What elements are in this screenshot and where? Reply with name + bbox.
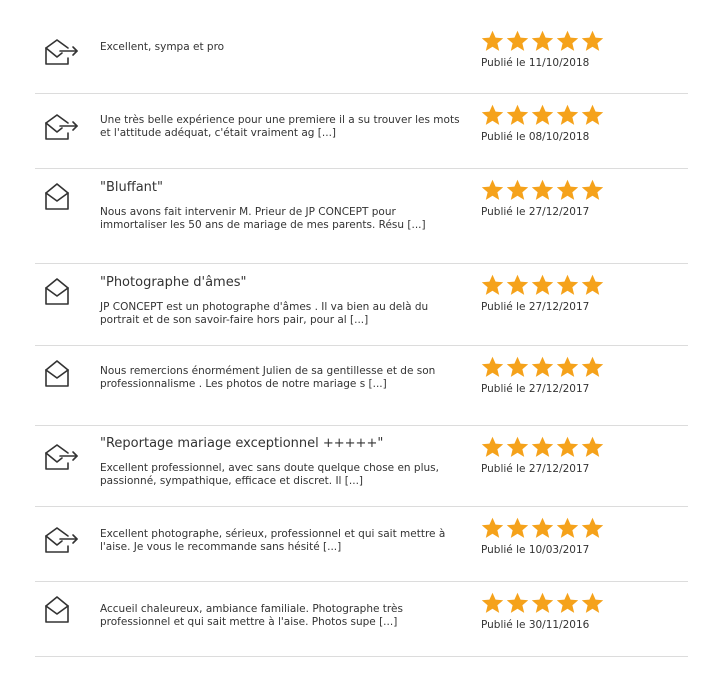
review-date: Publié le 27/12/2017	[481, 383, 590, 395]
star-icon	[581, 436, 604, 457]
envelope-open-icon	[44, 276, 80, 308]
review-text: Excellent, sympa et pro	[100, 41, 225, 53]
review-row: Excellent, sympa et pro Publié le 11/10/…	[35, 18, 688, 94]
star-icon	[506, 274, 529, 295]
star-icon	[531, 30, 554, 51]
star-icon	[556, 592, 579, 613]
envelope-arrow-icon	[44, 524, 80, 556]
star-rating	[481, 104, 604, 126]
star-icon	[556, 356, 579, 377]
star-icon	[506, 356, 529, 377]
review-title: "Reportage mariage exceptionnel +++++"	[100, 436, 384, 451]
review-row: Accueil chaleureux, ambiance familiale. …	[35, 582, 688, 657]
star-icon	[556, 436, 579, 457]
envelope-arrow-icon	[44, 111, 80, 143]
review-row: "Photographe d'âmes" JP CONCEPT est un p…	[35, 264, 688, 346]
star-icon	[481, 104, 504, 125]
star-icon	[481, 356, 504, 377]
review-title: "Photographe d'âmes"	[100, 275, 247, 290]
star-rating	[481, 436, 604, 458]
review-date: Publié le 27/12/2017	[481, 301, 590, 313]
star-icon	[481, 30, 504, 51]
star-icon	[531, 274, 554, 295]
star-icon	[581, 104, 604, 125]
review-text: Une très belle expérience pour une premi…	[100, 114, 460, 139]
review-row: Excellent photographe, sérieux, professi…	[35, 507, 688, 582]
review-text: Excellent professionnel, avec sans doute…	[100, 462, 439, 487]
review-date: Publié le 08/10/2018	[481, 131, 590, 143]
review-row: "Bluffant" Nous avons fait intervenir M.…	[35, 169, 688, 264]
star-rating	[481, 356, 604, 378]
review-text: Excellent photographe, sérieux, professi…	[100, 528, 446, 553]
star-icon	[506, 104, 529, 125]
star-icon	[531, 517, 554, 538]
review-date: Publié le 10/03/2017	[481, 544, 590, 556]
review-row: "Reportage mariage exceptionnel +++++" E…	[35, 426, 688, 507]
envelope-open-icon	[44, 181, 80, 213]
review-date: Publié le 27/12/2017	[481, 463, 590, 475]
star-rating	[481, 274, 604, 296]
review-text: Accueil chaleureux, ambiance familiale. …	[100, 603, 403, 628]
star-icon	[531, 356, 554, 377]
star-icon	[506, 517, 529, 538]
star-rating	[481, 592, 604, 614]
review-title: "Bluffant"	[100, 180, 163, 195]
star-rating	[481, 517, 604, 539]
star-icon	[481, 592, 504, 613]
star-icon	[556, 30, 579, 51]
star-icon	[481, 179, 504, 200]
star-icon	[581, 517, 604, 538]
star-icon	[506, 179, 529, 200]
review-text: JP CONCEPT est un photographe d'âmes . I…	[100, 301, 429, 326]
star-icon	[581, 179, 604, 200]
star-icon	[506, 30, 529, 51]
review-date: Publié le 11/10/2018	[481, 57, 590, 69]
star-icon	[506, 592, 529, 613]
star-icon	[531, 179, 554, 200]
star-icon	[556, 104, 579, 125]
star-icon	[556, 179, 579, 200]
star-rating	[481, 30, 604, 52]
review-row: Nous remercions énormément Julien de sa …	[35, 346, 688, 426]
review-text: Nous avons fait intervenir M. Prieur de …	[100, 206, 426, 231]
envelope-open-icon	[44, 594, 80, 626]
star-icon	[531, 104, 554, 125]
envelope-open-icon	[44, 358, 80, 390]
star-icon	[481, 274, 504, 295]
star-icon	[506, 436, 529, 457]
envelope-arrow-icon	[44, 441, 80, 473]
star-icon	[481, 517, 504, 538]
review-row: Une très belle expérience pour une premi…	[35, 94, 688, 169]
star-icon	[556, 274, 579, 295]
review-text: Nous remercions énormément Julien de sa …	[100, 365, 436, 390]
star-icon	[531, 436, 554, 457]
star-icon	[581, 30, 604, 51]
envelope-arrow-icon	[44, 36, 80, 68]
star-rating	[481, 179, 604, 201]
star-icon	[481, 436, 504, 457]
review-date: Publié le 27/12/2017	[481, 206, 590, 218]
star-icon	[531, 592, 554, 613]
star-icon	[581, 356, 604, 377]
star-icon	[581, 592, 604, 613]
review-date: Publié le 30/11/2016	[481, 619, 590, 631]
star-icon	[556, 517, 579, 538]
star-icon	[581, 274, 604, 295]
